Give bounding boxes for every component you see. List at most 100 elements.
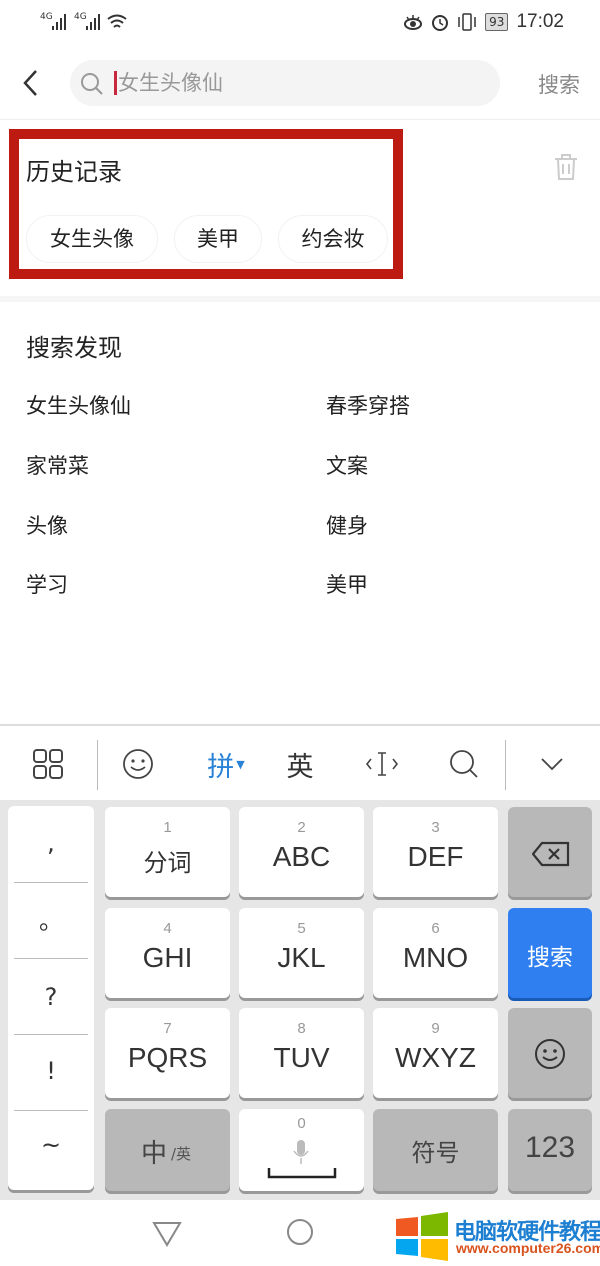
key-3[interactable]: 3 DEF [373, 807, 498, 897]
backspace-key[interactable] [508, 807, 592, 897]
discover-item[interactable]: 文案 [326, 450, 368, 480]
key-number: 9 [431, 1020, 440, 1037]
key-label: PQRS [127, 1042, 208, 1073]
key-1[interactable]: 1 分词 [105, 807, 230, 897]
key-label: ABC [272, 841, 331, 872]
key-number: 0 [297, 1115, 306, 1132]
search-header: 搜索 [0, 50, 600, 120]
discover-item[interactable]: 头像 [26, 510, 68, 540]
english-mode-button[interactable]: 英 [274, 726, 326, 802]
key-9[interactable]: 9 WXYZ [373, 1008, 498, 1098]
pinyin-mode-button[interactable]: 拼 ▼ [196, 726, 256, 802]
discover-item[interactable]: 女生头像仙 [26, 390, 131, 420]
search-input[interactable] [118, 60, 488, 106]
clock: 17:02 [516, 11, 564, 32]
key-number: 1 [163, 819, 172, 836]
signal-1-label: 4G [40, 12, 53, 22]
lang-main-label: 中 [141, 1139, 168, 1169]
search-icon [450, 750, 478, 778]
search-field[interactable] [70, 60, 500, 106]
key-2[interactable]: 2 ABC [239, 807, 364, 897]
smiley-icon [535, 1039, 565, 1069]
lang-switch-key[interactable]: 中 /英 [105, 1109, 230, 1191]
search-icon [81, 73, 103, 95]
emoji-key[interactable] [508, 1008, 592, 1098]
alarm-icon [432, 15, 449, 31]
punctuation-column[interactable]: , 。 ? ! ~ [8, 806, 94, 1190]
discover-item[interactable]: 春季穿搭 [326, 390, 410, 420]
history-section: 历史记录 女生头像 美甲 约会妆 [0, 120, 600, 300]
key-number: 3 [431, 819, 440, 836]
key-number: 5 [297, 920, 306, 937]
key-number: 2 [297, 819, 306, 836]
smiley-icon [123, 749, 153, 779]
signal-icon [52, 14, 66, 30]
keyboard-toolbar: 拼 ▼ 英 [0, 724, 600, 800]
key-label: WXYZ [395, 1042, 476, 1073]
search-button[interactable]: 搜索 [538, 69, 580, 99]
trash-icon[interactable] [553, 153, 579, 181]
chevron-down-icon [541, 758, 563, 771]
history-chip[interactable]: 约会妆 [278, 215, 388, 263]
key-label: GHI [142, 942, 193, 973]
punct-key[interactable]: 。 [8, 884, 94, 959]
microphone-icon [293, 1140, 309, 1164]
dropdown-caret-icon: ▼ [236, 757, 245, 771]
wifi-icon [107, 14, 127, 28]
punct-separator [14, 882, 88, 883]
numbers-key[interactable]: 123 [508, 1109, 592, 1191]
discover-item[interactable]: 学习 [26, 569, 68, 599]
key-label: 123 [524, 1131, 576, 1164]
vibrate-icon [458, 13, 476, 31]
punct-separator [14, 958, 88, 959]
text-cursor-icon [365, 752, 399, 776]
pinyin-label: 拼 [207, 751, 235, 783]
toolbar-divider [97, 740, 98, 790]
signal-2-label: 4G [74, 12, 87, 22]
key-6[interactable]: 6 MNO [373, 908, 498, 998]
emoji-button[interactable] [112, 726, 164, 802]
lang-sub-label: /英 [171, 1145, 192, 1163]
punct-key[interactable]: ? [8, 960, 94, 1035]
eye-icon [404, 15, 423, 30]
keyboard-search-button[interactable] [438, 726, 490, 802]
key-label: DEF [407, 841, 464, 872]
space-key[interactable]: 0 [239, 1109, 364, 1191]
key-7[interactable]: 7 PQRS [105, 1008, 230, 1098]
circle-home-icon[interactable] [285, 1217, 315, 1247]
space-bar-icon [267, 1168, 337, 1179]
key-label: 搜索 [527, 945, 573, 971]
key-number: 7 [163, 1020, 172, 1037]
punct-key[interactable]: , [8, 806, 94, 881]
section-divider [0, 296, 600, 302]
key-label: 分词 [143, 849, 192, 877]
collapse-keyboard-button[interactable] [526, 726, 578, 802]
chevron-left-icon[interactable] [18, 68, 44, 98]
battery-icon: 93 [485, 13, 509, 31]
key-4[interactable]: 4 GHI [105, 908, 230, 998]
cursor-control-button[interactable] [356, 726, 408, 802]
english-label: 英 [286, 751, 314, 783]
history-chip[interactable]: 美甲 [174, 215, 262, 263]
key-number: 8 [297, 1020, 306, 1037]
symbols-key[interactable]: 符号 [373, 1109, 498, 1191]
key-label: TUV [273, 1042, 330, 1073]
history-title: 历史记录 [26, 158, 122, 186]
grid-icon [33, 749, 63, 779]
key-label: 符号 [411, 1139, 460, 1167]
discover-item[interactable]: 家常菜 [26, 450, 89, 480]
text-caret [114, 71, 117, 95]
key-8[interactable]: 8 TUV [239, 1008, 364, 1098]
triangle-back-icon[interactable] [152, 1220, 182, 1248]
discover-item[interactable]: 美甲 [326, 569, 368, 599]
punct-key[interactable]: ~ [8, 1108, 94, 1183]
toolbar-divider [505, 740, 506, 790]
punct-key[interactable]: ! [8, 1034, 94, 1109]
keyboard-menu-button[interactable] [20, 726, 76, 802]
watermark-url: www.computer26.com [456, 1240, 600, 1256]
key-5[interactable]: 5 JKL [239, 908, 364, 998]
discover-item[interactable]: 健身 [326, 510, 368, 540]
search-key[interactable]: 搜索 [508, 908, 592, 998]
history-chip[interactable]: 女生头像 [26, 215, 158, 263]
key-number: 6 [431, 920, 440, 937]
